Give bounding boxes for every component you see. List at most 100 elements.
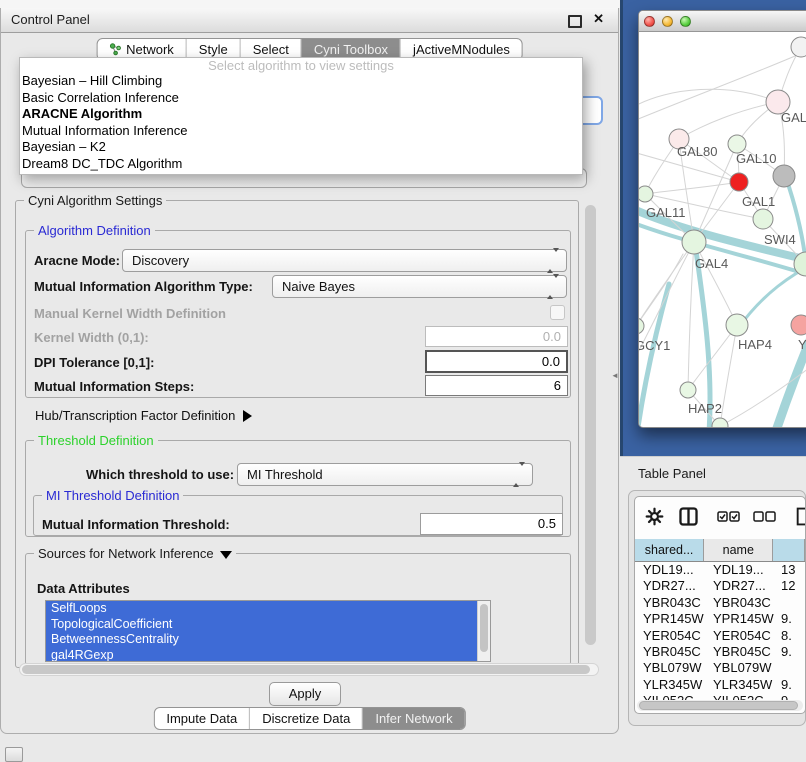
which-threshold-value: MI Threshold [247, 464, 323, 485]
manual-kernel-label: Manual Kernel Width Definition [34, 306, 226, 321]
table-rows: YDL19...YDL19...13YDR27...YDR27...12YBR0… [635, 562, 805, 710]
collapse-down-icon [220, 551, 232, 559]
aracne-mode-select[interactable]: Discovery [122, 249, 567, 272]
close-traffic-light-icon[interactable] [644, 16, 655, 27]
control-panel-titlebar: Control Panel ✕ [1, 8, 618, 33]
network-edge [688, 242, 694, 390]
node-label-gal: GAL [781, 110, 806, 125]
which-threshold-label: Which threshold to use: [86, 467, 234, 482]
which-threshold-select[interactable]: MI Threshold [237, 463, 533, 486]
network-node[interactable] [791, 37, 806, 57]
table-row[interactable]: YDR27...YDR27...12 [635, 578, 805, 594]
table-row[interactable]: YBR043CYBR043C [635, 595, 805, 611]
column-header-cut[interactable] [773, 539, 805, 561]
node-label-y: Y [798, 337, 806, 352]
network-node-gcy1[interactable] [639, 318, 644, 334]
settings-vertical-scrollbar[interactable] [584, 202, 598, 660]
gear-icon[interactable] [645, 507, 664, 531]
split-pane-arrow-icon[interactable]: ◄ [611, 371, 619, 380]
network-node-hap4[interactable] [726, 314, 748, 336]
network-node[interactable] [773, 165, 795, 187]
attribute-item-betweennesscentrality[interactable]: BetweennessCentrality [46, 632, 490, 648]
algorithm-definition-legend: Algorithm Definition [34, 223, 155, 238]
window-grip-icon[interactable] [5, 747, 23, 762]
checked-boxes-icon[interactable] [717, 510, 741, 528]
table-cell: YBR045C [705, 644, 775, 660]
network-node-gal11[interactable] [639, 186, 653, 202]
table-horizontal-scrollbar[interactable] [637, 700, 803, 711]
tab-discretize-data[interactable]: Discretize Data [249, 708, 362, 729]
table-cell: YER054C [635, 628, 705, 644]
document-icon[interactable] [794, 507, 806, 531]
hub-definition-toggle[interactable]: Hub/Transcription Factor Definition [35, 408, 252, 423]
sources-legend[interactable]: Sources for Network Inference [34, 546, 236, 561]
kernel-width-label: Kernel Width (0,1): [34, 330, 149, 345]
table-cell: YDR27... [635, 578, 705, 594]
settings-horizontal-scrollbar[interactable] [19, 663, 599, 676]
network-canvas[interactable]: GALGAL80GAL10GAL1GAL11SWI4GAL4GCY1HAP4YH… [639, 32, 806, 428]
manual-kernel-checkbox[interactable] [550, 305, 565, 320]
network-node[interactable] [730, 173, 748, 191]
dropdown-option-basic-correlation-inference[interactable]: Basic Correlation Inference [20, 90, 582, 107]
minimize-traffic-light-icon[interactable] [662, 16, 673, 27]
node-label-gal1: GAL1 [742, 194, 775, 209]
split-columns-icon[interactable] [679, 507, 698, 531]
tab-impute-data[interactable]: Impute Data [154, 708, 249, 729]
cyni-settings-legend: Cyni Algorithm Settings [24, 193, 166, 208]
table-panel-bar: Table Panel [620, 456, 806, 491]
aracne-mode-value: Discovery [132, 250, 189, 271]
float-window-icon[interactable] [568, 15, 582, 28]
dropdown-option-dream8-dc-tdc-algorithm[interactable]: Dream8 DC_TDC Algorithm [20, 156, 582, 173]
dropdown-option-aracne-algorithm[interactable]: ARACNE Algorithm [20, 106, 582, 123]
tab-label: Cyni Toolbox [314, 42, 388, 57]
data-attributes-items: SelfLoopsTopologicalCoefficientBetweenne… [46, 601, 490, 662]
data-attributes-list[interactable]: SelfLoopsTopologicalCoefficientBetweenne… [45, 600, 491, 662]
node-table-frame: shared...name YDL19...YDL19...13YDR27...… [634, 496, 806, 714]
dropdown-option-bayesian-k2[interactable]: Bayesian – K2 [20, 139, 582, 156]
unchecked-boxes-icon[interactable] [753, 510, 777, 528]
attributes-vertical-scrollbar[interactable] [477, 601, 490, 661]
table-row[interactable]: YPR145WYPR145W9. [635, 611, 805, 627]
kernel-width-field[interactable]: 0.0 [425, 326, 568, 347]
attribute-item-topologicalcoefficient[interactable]: TopologicalCoefficient [46, 617, 490, 633]
table-row[interactable]: YBR045CYBR045C9. [635, 644, 805, 660]
dropdown-option-bayesian-hill-climbing[interactable]: Bayesian – Hill Climbing [20, 73, 582, 90]
network-node-hap2[interactable] [680, 382, 696, 398]
table-cell [775, 595, 781, 611]
tab-label: jActiveMNodules [413, 42, 510, 57]
table-cell: YLR345W [635, 677, 705, 693]
table-row[interactable]: YER054CYER054C8. [635, 628, 805, 644]
table-row[interactable]: YLR345WYLR345W9. [635, 677, 805, 693]
table-row[interactable]: YBL079WYBL079W [635, 660, 805, 676]
dropdown-option-mutual-information-inference[interactable]: Mutual Information Inference [20, 123, 582, 140]
network-node-y[interactable] [791, 315, 806, 335]
node-label-hap2: HAP2 [688, 401, 722, 416]
mi-threshold-field[interactable]: 0.5 [420, 513, 563, 535]
tab-infer-network[interactable]: Infer Network [362, 708, 464, 729]
close-icon[interactable]: ✕ [593, 11, 604, 27]
table-cell: YER054C [705, 628, 775, 644]
attribute-item-selfloops[interactable]: SelfLoops [46, 601, 490, 617]
table-row[interactable]: YDL19...YDL19...13 [635, 562, 805, 578]
control-panel-title: Control Panel [11, 8, 90, 32]
mi-threshold-legend: MI Threshold Definition [42, 488, 183, 503]
table-cell: YDR27... [705, 578, 775, 594]
network-node-gal4[interactable] [682, 230, 706, 254]
network-window-titlebar [639, 11, 806, 32]
column-header-shared[interactable]: shared... [635, 539, 704, 561]
zoom-traffic-light-icon[interactable] [680, 16, 691, 27]
mi-steps-field[interactable]: 6 [425, 375, 568, 396]
network-window[interactable]: GALGAL80GAL10GAL1GAL11SWI4GAL4GCY1HAP4YH… [638, 10, 806, 428]
table-cell: YBL079W [705, 660, 775, 676]
dpi-tolerance-label: DPI Tolerance [0,1]: [34, 355, 154, 370]
apply-button[interactable]: Apply [269, 682, 341, 706]
network-node-gal1[interactable] [753, 209, 773, 229]
column-header-name[interactable]: name [704, 539, 773, 561]
tab-label: Style [199, 42, 228, 57]
table-cell: 9. [775, 644, 792, 660]
mi-type-select[interactable]: Naive Bayes [272, 275, 567, 298]
dpi-tolerance-field[interactable]: 0.0 [425, 350, 568, 373]
attribute-item-gal4rgexp[interactable]: gal4RGexp [46, 648, 490, 663]
table-cell: 13 [775, 562, 795, 578]
table-cell: YDL19... [635, 562, 705, 578]
